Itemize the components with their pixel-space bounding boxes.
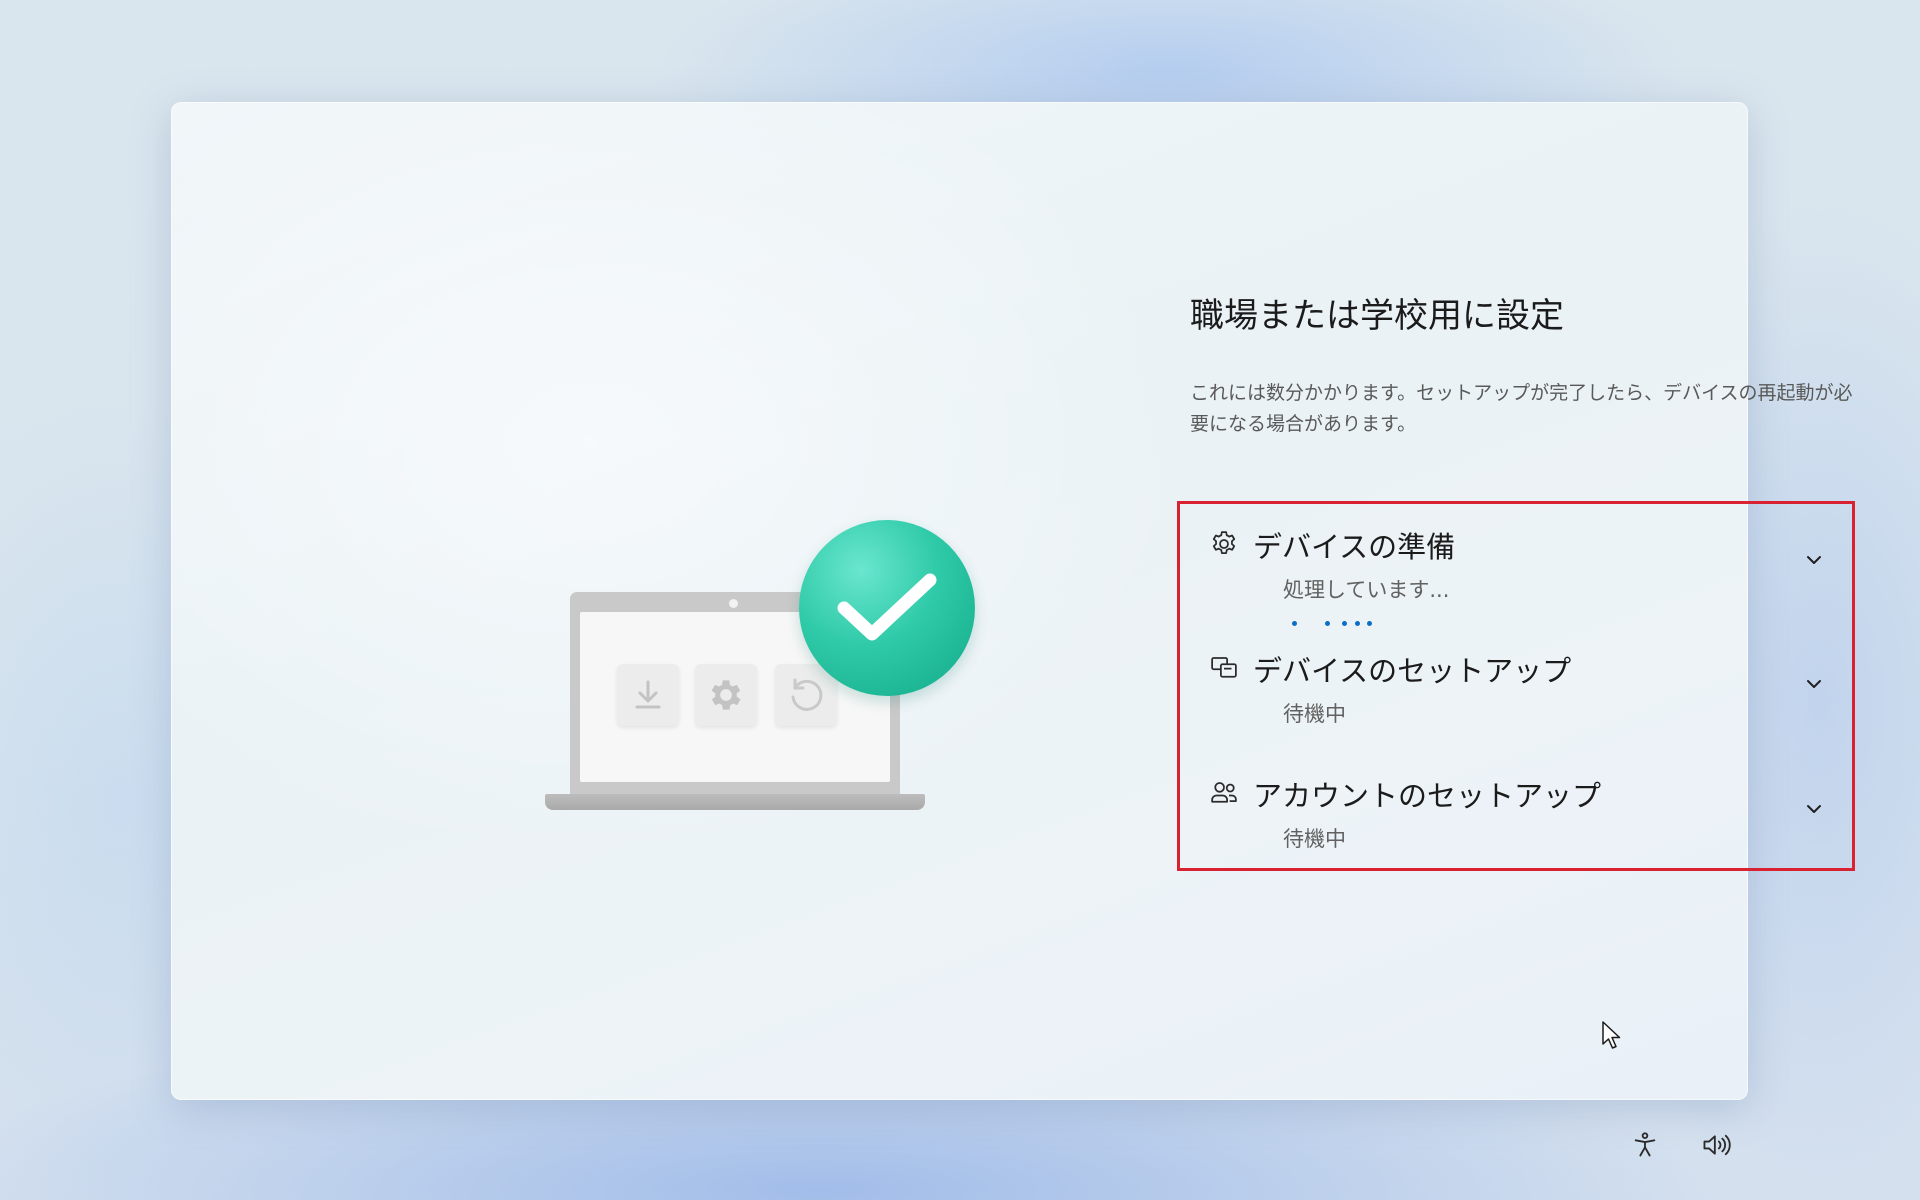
step-title: アカウントのセットアップ — [1253, 779, 1602, 813]
page-description: これには数分かかります。セットアップが完了したら、デバイスの再起動が必要になる場… — [1190, 382, 1853, 435]
laptop-camera — [729, 599, 738, 608]
step-status: 待機中 — [1283, 827, 1346, 851]
accessibility-icon[interactable] — [1629, 1129, 1661, 1161]
step-device-setup[interactable]: デバイスのセットアップ 待機中 — [1180, 628, 1852, 728]
gear-icon — [1208, 528, 1240, 560]
step-status: 待機中 — [1283, 702, 1346, 726]
chevron-down-icon[interactable] — [1802, 548, 1826, 572]
volume-icon[interactable] — [1700, 1129, 1732, 1161]
step-account-setup[interactable]: アカウントのセットアップ 待機中 — [1180, 753, 1852, 853]
device-setup-icon — [1208, 652, 1240, 684]
chevron-down-icon[interactable] — [1802, 672, 1826, 696]
setup-steps-highlight: デバイスの準備 処理しています... デバイスのセットアップ 待機中 アカウント… — [1177, 501, 1855, 871]
step-title: デバイスのセットアップ — [1253, 654, 1572, 688]
step-title: デバイスの準備 — [1253, 530, 1456, 564]
setup-illustration — [541, 520, 981, 820]
download-icon — [617, 664, 679, 726]
people-icon — [1208, 777, 1240, 809]
step-status: 処理しています... — [1283, 578, 1450, 602]
mouse-cursor-icon — [1602, 1021, 1621, 1049]
gear-icon — [695, 664, 757, 726]
checkmark-icon — [799, 520, 975, 696]
page-title: 職場または学校用に設定 — [1190, 296, 1564, 336]
laptop-base — [545, 794, 925, 810]
chevron-down-icon[interactable] — [1802, 797, 1826, 821]
setup-window: 職場または学校用に設定 これには数分かかります。セットアップが完了したら、デバイ… — [171, 102, 1855, 1100]
step-device-preparation[interactable]: デバイスの準備 処理しています... — [1180, 504, 1852, 626]
